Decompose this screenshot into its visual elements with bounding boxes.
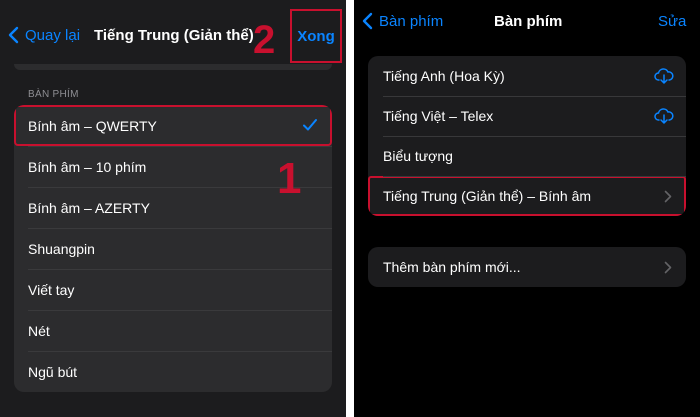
page-title: Bàn phím [494, 13, 563, 30]
cloud-download-icon [654, 108, 674, 124]
option-label: Shuangpin [28, 240, 95, 257]
done-button[interactable]: Xong [290, 9, 342, 63]
done-label: Xong [297, 27, 335, 45]
option-label: Viết tay [28, 281, 75, 298]
option-label: Ngũ bút [28, 363, 78, 380]
keyboards-panel: Bàn phím Bàn phím Sửa Tiếng Anh (Hoa Kỳ)… [354, 0, 700, 417]
keyboard-label: Tiếng Anh (Hoa Kỳ) [383, 68, 505, 84]
nav-bar: Quay lại Tiếng Trung (Giản thể) Xong [0, 0, 346, 64]
layout-option-handwriting[interactable]: Viết tay [14, 269, 332, 310]
layout-option-wubi[interactable]: Ngũ bút [14, 351, 332, 392]
step-2-annotation: 2 [253, 18, 276, 62]
edit-button[interactable]: Sửa [658, 13, 686, 30]
checkmark-icon [303, 119, 317, 131]
option-label: Bính âm – 10 phím [28, 158, 147, 175]
page-title: Tiếng Trung (Giản thể) [94, 27, 254, 44]
step-1-annotation: 1 [277, 154, 302, 203]
layout-list: Bính âm – QWERTY Bính âm – 10 phím Bính … [14, 105, 332, 392]
keyboard-item-chinese-pinyin[interactable]: Tiếng Trung (Giản thể) – Bính âm [368, 176, 686, 216]
chevron-left-icon [362, 12, 373, 30]
layout-option-shuangpin[interactable]: Shuangpin [14, 228, 332, 269]
section-header: BÀN PHÍM [28, 89, 79, 100]
previous-sheet-edge [14, 64, 332, 70]
keyboard-label: Biểu tượng [383, 148, 453, 164]
add-new-keyboard-button[interactable]: Thêm bàn phím mới... [368, 247, 686, 287]
back-button[interactable]: Bàn phím [362, 12, 443, 30]
back-button[interactable]: Quay lại [8, 26, 80, 44]
nav-bar: Bàn phím Bàn phím Sửa [354, 0, 700, 44]
chevron-left-icon [8, 26, 19, 44]
keyboard-label: Tiếng Trung (Giản thể) – Bính âm [383, 188, 592, 204]
panel-divider [346, 0, 354, 417]
keyboard-item-emoji[interactable]: Biểu tượng [368, 136, 686, 176]
option-label: Bính âm – AZERTY [28, 199, 150, 216]
back-label: Quay lại [25, 26, 81, 44]
keyboard-layout-panel: Quay lại Tiếng Trung (Giản thể) Xong 2 B… [0, 0, 346, 417]
option-label: Nét [28, 322, 50, 339]
add-keyboard-label: Thêm bàn phím mới... [383, 259, 521, 275]
keyboard-list: Tiếng Anh (Hoa Kỳ) Tiếng Việt – Telex Bi… [368, 56, 686, 216]
option-label: Bính âm – QWERTY [28, 117, 157, 134]
chevron-right-icon [664, 190, 672, 203]
chevron-right-icon [664, 261, 672, 274]
layout-option-qwerty[interactable]: Bính âm – QWERTY [14, 105, 332, 146]
layout-option-stroke[interactable]: Nét [14, 310, 332, 351]
keyboard-item-english[interactable]: Tiếng Anh (Hoa Kỳ) [368, 56, 686, 96]
back-label: Bàn phím [379, 12, 444, 30]
keyboard-item-vietnamese[interactable]: Tiếng Việt – Telex [368, 96, 686, 136]
keyboard-label: Tiếng Việt – Telex [383, 108, 494, 124]
cloud-download-icon [654, 68, 674, 84]
add-keyboard-group: Thêm bàn phím mới... [368, 247, 686, 287]
